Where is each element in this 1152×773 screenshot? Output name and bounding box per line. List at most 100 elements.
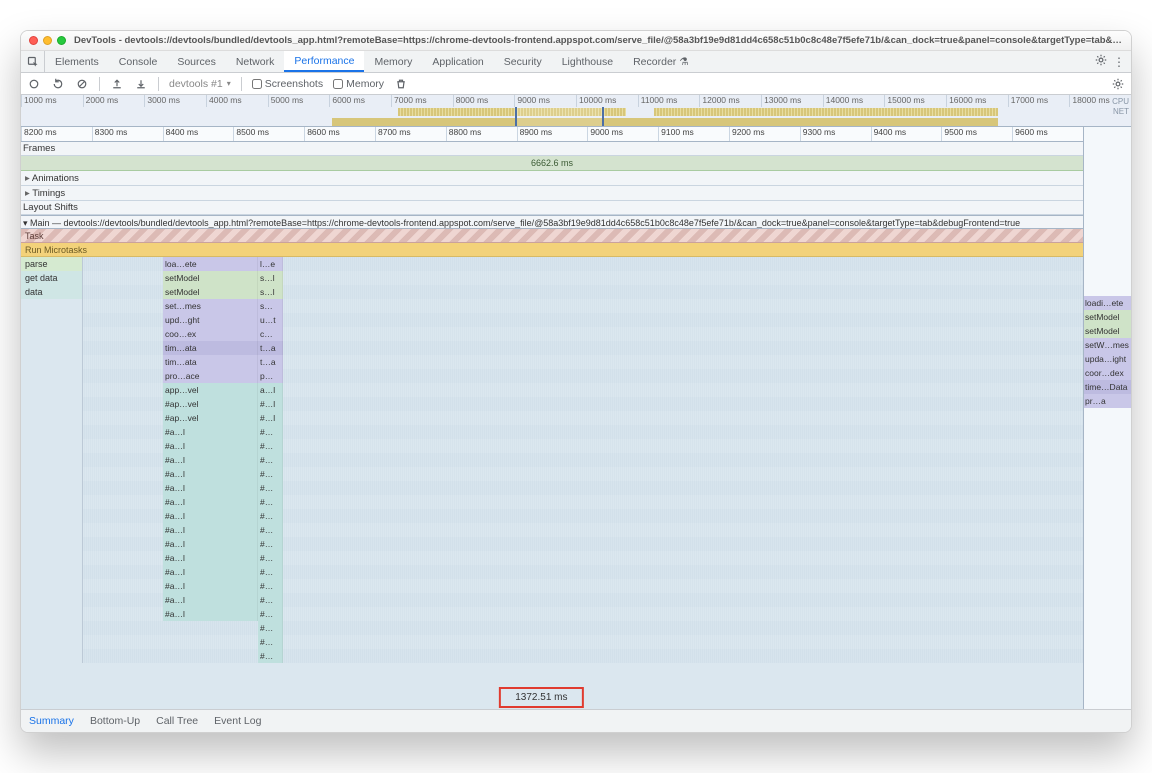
flame-chunk[interactable]: #… xyxy=(258,439,283,453)
flame-row[interactable]: #a…l#… xyxy=(21,509,1083,523)
flame-chunk[interactable]: #a…l xyxy=(163,495,258,509)
flame-chunk[interactable]: #… xyxy=(258,453,283,467)
main-thread-header[interactable]: Main — devtools://devtools/bundled/devto… xyxy=(21,215,1083,229)
flame-chunk[interactable]: tim…ata xyxy=(163,355,258,369)
flame-row[interactable]: #a…l#… xyxy=(21,593,1083,607)
flame-row[interactable]: #a…l#… xyxy=(21,523,1083,537)
frames-row[interactable]: 6662.6 ms xyxy=(21,156,1083,171)
flame-row[interactable]: coo…exc… xyxy=(21,327,1083,341)
flame-row[interactable]: #a…l#… xyxy=(21,607,1083,621)
timeline-overview[interactable]: 1000 ms2000 ms3000 ms4000 ms5000 ms6000 … xyxy=(21,95,1131,127)
flame-chunk[interactable]: #a…l xyxy=(163,467,258,481)
settings-button[interactable] xyxy=(1095,54,1107,69)
flame-chunk[interactable]: coo…ex xyxy=(163,327,258,341)
flame-chunk[interactable]: #… xyxy=(258,649,283,663)
flame-chunk[interactable]: #ap…vel xyxy=(163,397,258,411)
tab-performance[interactable]: Performance xyxy=(284,51,364,72)
flame-chunk[interactable]: s…l xyxy=(258,285,283,299)
flame-chunk[interactable]: setModel xyxy=(163,271,258,285)
flame-row[interactable]: get datasetModels…l xyxy=(21,271,1083,285)
flame-chunk[interactable]: #a…l xyxy=(163,439,258,453)
flame-row[interactable]: #a…l#… xyxy=(21,453,1083,467)
detail-time-ruler[interactable]: 8200 ms8300 ms8400 ms8500 ms8600 ms8700 … xyxy=(21,127,1083,142)
tab-memory[interactable]: Memory xyxy=(364,51,422,72)
tracks-panel[interactable]: Frames 6662.6 ms Animations Timings Layo… xyxy=(21,142,1083,709)
capture-settings-button[interactable] xyxy=(1111,77,1125,91)
flame-chunk[interactable]: s…l xyxy=(258,271,283,285)
flame-row[interactable]: #a…l#… xyxy=(21,579,1083,593)
flame-row[interactable]: set…mess… xyxy=(21,299,1083,313)
flame-chunk[interactable]: setModel xyxy=(163,285,258,299)
footer-tab-bottom-up[interactable]: Bottom-Up xyxy=(90,715,140,727)
tab-security[interactable]: Security xyxy=(494,51,552,72)
flame-chunk[interactable]: c… xyxy=(258,327,283,341)
flame-chunk[interactable]: #a…l xyxy=(163,537,258,551)
clear-button[interactable] xyxy=(75,77,89,91)
flame-chunk[interactable]: a…l xyxy=(258,383,283,397)
garbage-collect-button[interactable] xyxy=(394,77,408,91)
flame-chunk[interactable]: #a…l xyxy=(163,565,258,579)
flame-row[interactable]: datasetModels…l xyxy=(21,285,1083,299)
flame-row[interactable]: #ap…vel#…l xyxy=(21,411,1083,425)
flame-row[interactable]: tim…atat…a xyxy=(21,355,1083,369)
flame-chunk[interactable]: #… xyxy=(258,607,283,621)
task-row[interactable]: Task xyxy=(21,229,1083,243)
flame-row[interactable]: #a…l#… xyxy=(21,425,1083,439)
flame-chunk[interactable]: #a…l xyxy=(163,425,258,439)
flame-chunk[interactable]: tim…ata xyxy=(163,341,258,355)
tab-console[interactable]: Console xyxy=(109,51,168,72)
layout-shifts-track-header[interactable]: Layout Shifts xyxy=(21,201,1083,215)
flame-row[interactable]: #ap…vel#…l xyxy=(21,397,1083,411)
flame-chunk[interactable]: #a…l xyxy=(163,453,258,467)
flame-chunk[interactable]: loa…ete xyxy=(163,257,258,271)
flame-row[interactable]: #a…l#… xyxy=(21,565,1083,579)
tab-recorder-[interactable]: Recorder ⚗ xyxy=(623,51,699,72)
flame-chunk[interactable]: p… xyxy=(258,369,283,383)
screenshots-checkbox[interactable]: Screenshots xyxy=(252,78,323,90)
flame-row[interactable]: #a…l#… xyxy=(21,481,1083,495)
flame-chunk[interactable]: t…a xyxy=(258,341,283,355)
record-button[interactable] xyxy=(27,77,41,91)
flame-chunk[interactable]: #…l xyxy=(258,397,283,411)
flame-chunk[interactable]: #… xyxy=(258,635,283,649)
flame-chunk[interactable]: #… xyxy=(258,537,283,551)
tab-lighthouse[interactable]: Lighthouse xyxy=(552,51,623,72)
flame-chunk[interactable]: app…vel xyxy=(163,383,258,397)
flame-chunk[interactable]: u…t xyxy=(258,313,283,327)
flame-row[interactable]: #a…l#… xyxy=(21,537,1083,551)
recording-select[interactable]: devtools #1 xyxy=(169,78,231,90)
flame-chunk[interactable]: #… xyxy=(258,551,283,565)
tab-elements[interactable]: Elements xyxy=(45,51,109,72)
flame-row[interactable]: #… xyxy=(21,635,1083,649)
flame-chunk[interactable]: #a…l xyxy=(163,509,258,523)
tab-network[interactable]: Network xyxy=(226,51,285,72)
flame-row[interactable]: #a…l#… xyxy=(21,439,1083,453)
minimize-icon[interactable] xyxy=(43,36,52,45)
more-menu-button[interactable] xyxy=(1113,55,1125,69)
flame-chunk[interactable]: #… xyxy=(258,621,283,635)
flame-chunk[interactable]: #a…l xyxy=(163,607,258,621)
flame-chunk[interactable]: upd…ght xyxy=(163,313,258,327)
flame-chunk[interactable]: s… xyxy=(258,299,283,313)
flame-chunk[interactable]: t…a xyxy=(258,355,283,369)
flame-chunk[interactable]: #a…l xyxy=(163,523,258,537)
flame-chunk[interactable]: #… xyxy=(258,495,283,509)
flame-chunk[interactable]: set…mes xyxy=(163,299,258,313)
flame-chunk[interactable]: pro…ace xyxy=(163,369,258,383)
flame-row[interactable]: #a…l#… xyxy=(21,495,1083,509)
flame-chunk[interactable]: #ap…vel xyxy=(163,411,258,425)
reload-record-button[interactable] xyxy=(51,77,65,91)
flame-row[interactable]: app…vela…l xyxy=(21,383,1083,397)
flame-row[interactable]: #… xyxy=(21,621,1083,635)
flame-chunk[interactable]: #… xyxy=(258,509,283,523)
flame-chunk[interactable]: #a…l xyxy=(163,593,258,607)
maximize-icon[interactable] xyxy=(57,36,66,45)
flame-chunk[interactable]: #… xyxy=(258,523,283,537)
footer-tab-event-log[interactable]: Event Log xyxy=(214,715,261,727)
flame-row[interactable]: #… xyxy=(21,649,1083,663)
flame-chunk[interactable]: #…l xyxy=(258,411,283,425)
upload-button[interactable] xyxy=(110,77,124,91)
memory-checkbox[interactable]: Memory xyxy=(333,78,384,90)
flame-chunk[interactable]: #a…l xyxy=(163,481,258,495)
flame-chunk[interactable]: l…e xyxy=(258,257,283,271)
